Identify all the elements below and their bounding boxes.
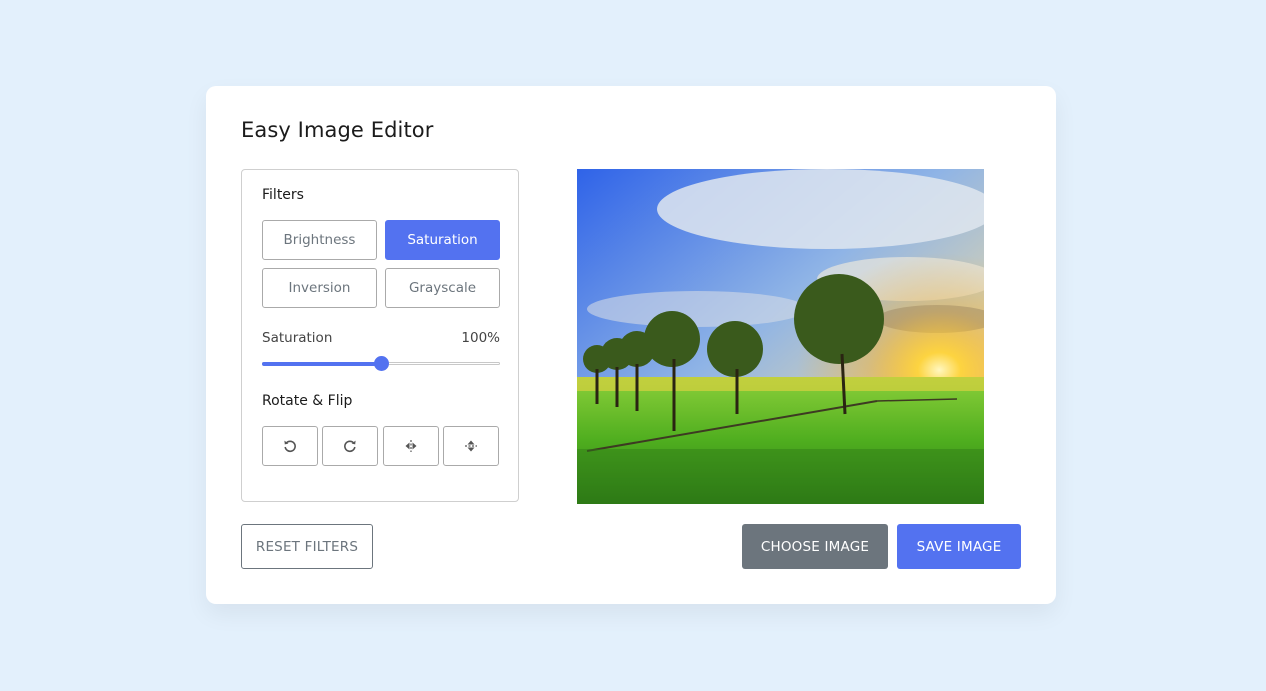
slider-fill xyxy=(262,362,381,366)
filter-grayscale-button[interactable]: Grayscale xyxy=(385,268,500,308)
choose-image-button[interactable]: CHOOSE IMAGE xyxy=(742,524,888,569)
rotate-right-icon xyxy=(342,438,358,454)
rotate-right-button[interactable] xyxy=(322,426,378,466)
filters-heading: Filters xyxy=(262,187,304,203)
saturation-slider[interactable] xyxy=(262,356,500,371)
rotate-left-icon xyxy=(282,438,298,454)
image-preview xyxy=(577,169,984,504)
editor-card: Easy Image Editor Filters Brightness Sat… xyxy=(206,86,1056,604)
landscape-image xyxy=(577,169,984,504)
save-image-button[interactable]: SAVE IMAGE xyxy=(897,524,1021,569)
slider-name: Saturation xyxy=(262,330,333,346)
filter-saturation-button[interactable]: Saturation xyxy=(385,220,500,260)
slider-thumb[interactable] xyxy=(374,356,389,371)
editor-panel: Filters Brightness Saturation Inversion … xyxy=(241,169,519,502)
filter-brightness-button[interactable]: Brightness xyxy=(262,220,377,260)
flip-vertical-button[interactable] xyxy=(443,426,499,466)
flip-horizontal-button[interactable] xyxy=(383,426,439,466)
page-title: Easy Image Editor xyxy=(241,118,434,142)
slider-info: Saturation 100% xyxy=(262,330,500,346)
filter-inversion-button[interactable]: Inversion xyxy=(262,268,377,308)
rotate-left-button[interactable] xyxy=(262,426,318,466)
flip-horizontal-icon xyxy=(403,438,419,454)
reset-filters-button[interactable]: RESET FILTERS xyxy=(241,524,373,569)
flip-vertical-icon xyxy=(463,438,479,454)
slider-value: 100% xyxy=(461,330,500,346)
rotate-heading: Rotate & Flip xyxy=(262,393,353,409)
